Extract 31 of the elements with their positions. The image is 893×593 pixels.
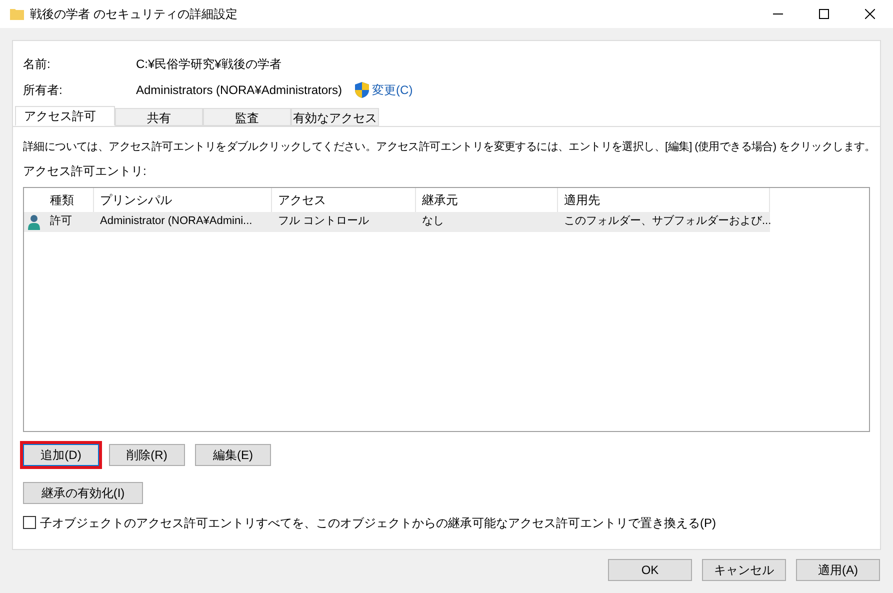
maximize-icon — [819, 9, 829, 19]
info-text: 詳細については、アクセス許可エントリをダブルクリックしてください。アクセス許可エントリを変更するには、エントリを選択し、[編集] (使用できる場合) をクリックします。 — [23, 140, 876, 155]
table-cell-text: このフォルダー、サブフォルダーおよび... — [563, 214, 770, 230]
tab[interactable]: アクセス許可 — [15, 106, 115, 126]
field-label: 名前: — [23, 56, 52, 73]
table-cell-text: フル コントロール — [277, 214, 370, 230]
checkbox-label: 子オブジェクトのアクセス許可エントリすべてを、このオブジェクトからの継承可能なアクセス許可エントリで置き換える(P) — [40, 514, 716, 532]
user-icon — [27, 214, 41, 230]
dialog-button[interactable]: 適用(A) — [796, 559, 880, 581]
enable-inheritance-button[interactable]: 継承の有効化(I) — [23, 482, 143, 504]
table-cell-text: Administrator (NORA¥Admini... — [99, 214, 254, 230]
shield-icon — [354, 81, 370, 99]
table-row[interactable]: 許可 Administrator (NORA¥Admini... フル コントロール なし このフォルダー、サブフォルダーおよび... — [24, 212, 770, 232]
tab[interactable]: 有効なアクセス — [291, 108, 379, 126]
tab[interactable]: 共有 — [115, 108, 203, 126]
field-label: 所有者: — [23, 82, 64, 99]
dialog-button[interactable]: OK — [608, 559, 692, 581]
entry-button[interactable]: 削除(R) — [109, 444, 185, 466]
close-icon — [865, 9, 875, 19]
field-value: Administrators (NORA¥Administrators) — [136, 82, 342, 99]
table-cell-text: 許可 — [49, 214, 73, 230]
folder-icon — [10, 7, 24, 21]
tab[interactable]: 監査 — [203, 108, 291, 126]
entry-button[interactable]: 編集(E) — [195, 444, 271, 466]
dialog-button[interactable]: キャンセル — [702, 559, 786, 581]
checkbox[interactable] — [23, 516, 36, 529]
window-title: 戦後の学者 のセキュリティの詳細設定 — [30, 6, 238, 23]
change-link[interactable]: 変更(C) — [372, 81, 413, 99]
entries-label: アクセス許可エントリ: — [23, 162, 148, 180]
table-cell-text: なし — [421, 214, 445, 230]
field-value: C:¥民俗学研究¥戦後の学者 — [136, 56, 282, 73]
